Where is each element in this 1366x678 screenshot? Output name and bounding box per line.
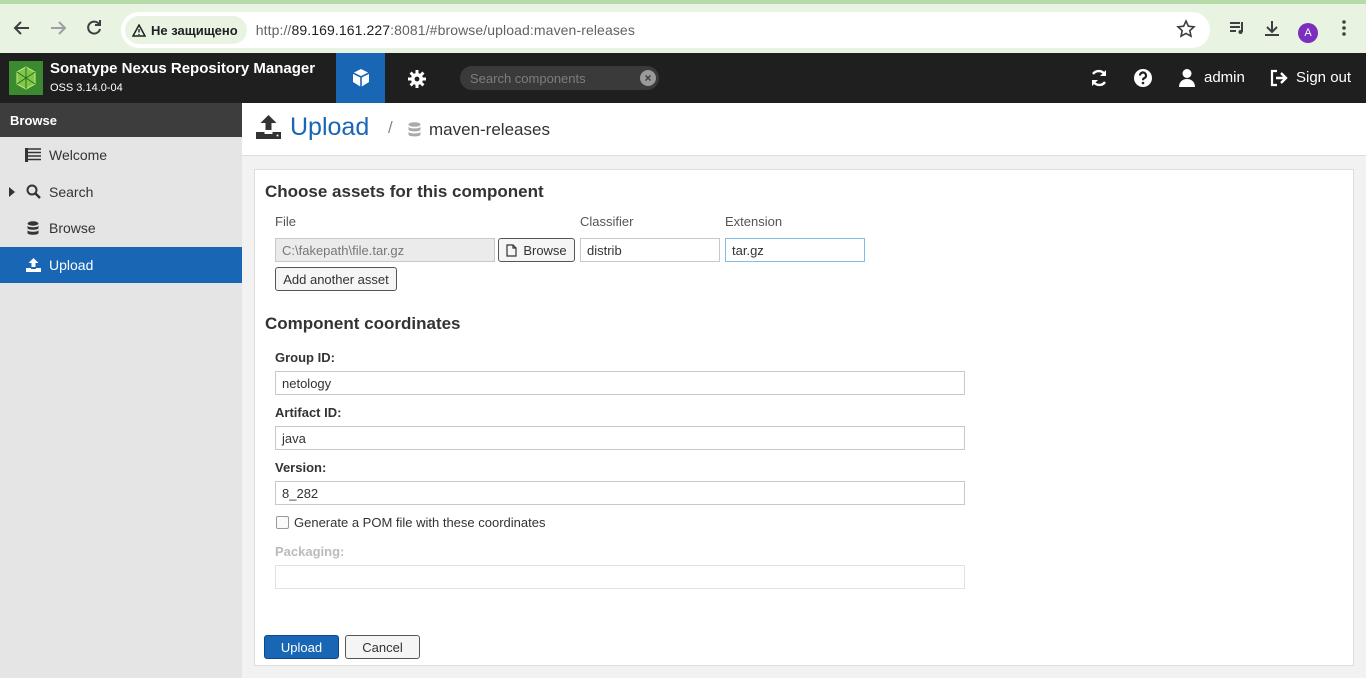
app-title: Sonatype Nexus Repository Manager xyxy=(50,60,316,77)
browser-toolbar: Не защищено http://89.169.161.227:8081/#… xyxy=(0,0,1366,53)
security-label: Не защищено xyxy=(151,22,238,38)
address-bar[interactable]: Не защищено http://89.169.161.227:8081/#… xyxy=(121,12,1210,48)
classifier-field[interactable]: distrib xyxy=(580,238,720,262)
packaging-field xyxy=(275,565,965,589)
security-chip[interactable]: Не защищено xyxy=(125,16,247,44)
download-icon[interactable] xyxy=(1260,16,1284,40)
menu-dots-icon[interactable] xyxy=(1332,16,1356,40)
upload-button[interactable]: Upload xyxy=(264,635,339,659)
user-name[interactable]: admin xyxy=(1204,69,1245,86)
main-content: Upload / maven-releases Choose assets fo… xyxy=(242,103,1366,678)
group-id-field[interactable]: netology xyxy=(275,371,965,395)
sidebar-item-browse[interactable]: Browse xyxy=(0,210,242,247)
artifact-id-field[interactable]: java xyxy=(275,426,965,450)
browse-file-button[interactable]: Browse xyxy=(498,238,575,262)
refresh-icon[interactable] xyxy=(1088,67,1110,89)
bookmark-star-icon[interactable] xyxy=(1176,19,1196,44)
page-title[interactable]: Upload xyxy=(290,113,369,142)
forward-icon[interactable] xyxy=(46,16,70,40)
group-id-label: Group ID: xyxy=(275,350,335,365)
cancel-button[interactable]: Cancel xyxy=(345,635,420,659)
media-icon[interactable] xyxy=(1225,16,1249,40)
upload-icon xyxy=(25,257,41,273)
app-header: Sonatype Nexus Repository Manager OSS 3.… xyxy=(0,53,1366,103)
sidebar-heading: Browse xyxy=(0,103,242,137)
classifier-label: Classifier xyxy=(580,214,634,229)
search-input[interactable] xyxy=(470,69,640,87)
extension-field[interactable]: tar.gz xyxy=(725,238,865,262)
file-icon xyxy=(506,243,517,257)
breadcrumb-repository: maven-releases xyxy=(429,120,550,139)
version-label: Version: xyxy=(275,460,327,475)
search-icon xyxy=(25,184,41,200)
app-version: OSS 3.14.0-04 xyxy=(50,82,123,94)
list-icon xyxy=(25,147,41,163)
upload-large-icon xyxy=(256,115,281,144)
extension-label: Extension xyxy=(725,214,783,229)
expand-caret-icon[interactable] xyxy=(9,186,15,197)
artifact-id-label: Artifact ID: xyxy=(275,405,342,420)
add-asset-button[interactable]: Add another asset xyxy=(275,267,397,291)
assets-section-title: Choose assets for this component xyxy=(265,182,544,201)
upload-form: Choose assets for this component File Cl… xyxy=(254,169,1354,666)
breadcrumb: Upload / maven-releases xyxy=(242,103,1366,156)
sidebar-item-search[interactable]: Search xyxy=(0,174,242,211)
repository-icon xyxy=(408,122,421,143)
packaging-label: Packaging: xyxy=(275,544,345,559)
generate-pom-label: Generate a POM file with these coordinat… xyxy=(294,515,546,530)
search-components: × xyxy=(460,66,659,90)
nexus-logo xyxy=(9,61,43,95)
help-icon[interactable] xyxy=(1132,67,1154,89)
clear-search-icon[interactable]: × xyxy=(640,70,656,86)
profile-avatar[interactable]: A xyxy=(1298,23,1318,43)
coordinates-section-title: Component coordinates xyxy=(265,314,461,333)
sidebar: Browse Welcome Search Browse Upload xyxy=(0,103,242,678)
admin-gear-icon[interactable] xyxy=(405,67,429,91)
generate-pom-checkbox[interactable] xyxy=(276,516,289,529)
user-icon[interactable] xyxy=(1176,67,1198,89)
database-icon xyxy=(25,220,41,236)
reload-icon[interactable] xyxy=(82,16,106,40)
breadcrumb-separator: / xyxy=(388,118,393,137)
version-field[interactable]: 8_282 xyxy=(275,481,965,505)
warning-icon xyxy=(132,23,146,37)
browse-mode-button[interactable] xyxy=(336,53,385,103)
url-text: http://89.169.161.227:8081/#browse/uploa… xyxy=(255,22,635,38)
sign-out-icon[interactable] xyxy=(1268,67,1290,89)
sign-out-link[interactable]: Sign out xyxy=(1296,69,1351,86)
sidebar-item-upload[interactable]: Upload xyxy=(0,246,242,283)
file-label: File xyxy=(275,214,296,229)
cube-icon xyxy=(352,69,369,87)
back-icon[interactable] xyxy=(10,16,34,40)
sidebar-item-welcome[interactable]: Welcome xyxy=(0,137,242,174)
file-path-field: C:\fakepath\file.tar.gz xyxy=(275,238,495,262)
